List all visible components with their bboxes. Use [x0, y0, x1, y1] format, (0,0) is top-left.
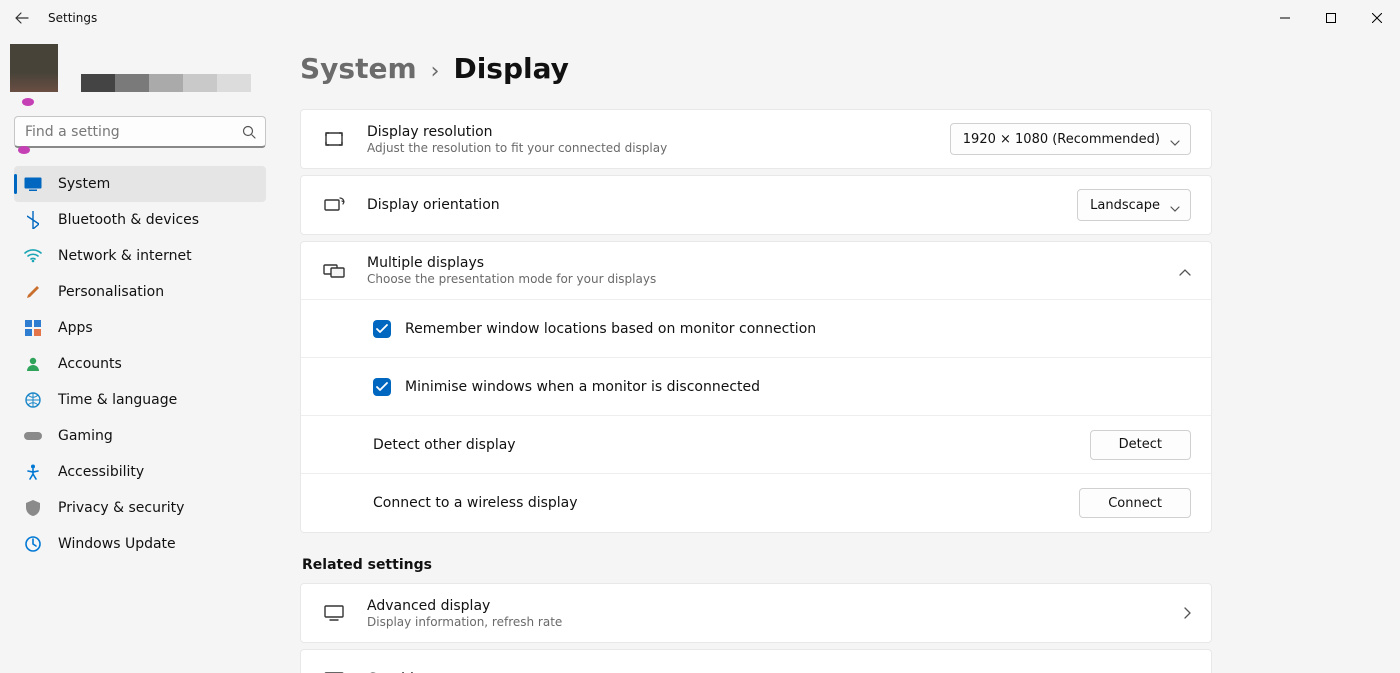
- setting-title: Display resolution: [367, 124, 950, 140]
- gaming-icon: [24, 427, 42, 445]
- graphics-icon: [321, 666, 347, 673]
- row-minimise-windows[interactable]: Minimise windows when a monitor is disco…: [301, 358, 1211, 416]
- accessibility-icon: [24, 463, 42, 481]
- resolution-dropdown[interactable]: 1920 × 1080 (Recommended): [950, 123, 1191, 155]
- card-multiple-displays: Multiple displays Choose the presentatio…: [300, 241, 1212, 533]
- app-title: Settings: [48, 11, 97, 25]
- sidebar-item-accessibility[interactable]: Accessibility: [14, 454, 266, 490]
- sidebar-item-time-language[interactable]: Time & language: [14, 382, 266, 418]
- shield-icon: [24, 499, 42, 517]
- card-display-orientation: Display orientation Landscape: [300, 175, 1212, 235]
- page-title: Display: [453, 52, 568, 85]
- window-maximize[interactable]: [1308, 0, 1354, 36]
- sidebar-item-gaming[interactable]: Gaming: [14, 418, 266, 454]
- search-icon: [242, 124, 256, 143]
- sidebar-item-network[interactable]: Network & internet: [14, 238, 266, 274]
- setting-subtitle: Choose the presentation mode for your di…: [367, 272, 1163, 286]
- sidebar-item-accounts[interactable]: Accounts: [14, 346, 266, 382]
- sidebar-item-bluetooth[interactable]: Bluetooth & devices: [14, 202, 266, 238]
- chevron-right-icon: [1183, 604, 1191, 623]
- monitor-icon: [321, 600, 347, 626]
- setting-title: Connect to a wireless display: [373, 495, 1079, 511]
- sidebar-item-label: Windows Update: [58, 536, 176, 552]
- sidebar-item-windows-update[interactable]: Windows Update: [14, 526, 266, 562]
- orientation-dropdown[interactable]: Landscape: [1077, 189, 1191, 221]
- system-icon: [24, 175, 42, 193]
- remember-checkbox[interactable]: [373, 320, 391, 338]
- related-settings-heading: Related settings: [302, 557, 1212, 573]
- close-icon: [1372, 13, 1382, 23]
- search-input[interactable]: [14, 116, 266, 148]
- chevron-up-icon: [1179, 261, 1191, 280]
- window-minimize[interactable]: [1262, 0, 1308, 36]
- bluetooth-icon: [24, 211, 42, 229]
- setting-title: Advanced display: [367, 598, 1167, 614]
- setting-subtitle: Display information, refresh rate: [367, 615, 1167, 629]
- content: System › Display Display resolution Adju…: [280, 36, 1400, 673]
- row-wireless-display: Connect to a wireless display Connect: [301, 474, 1211, 532]
- checkbox-label: Minimise windows when a monitor is disco…: [405, 379, 760, 395]
- sidebar-item-label: Accounts: [58, 356, 122, 372]
- window-close[interactable]: [1354, 0, 1400, 36]
- sidebar-item-label: Bluetooth & devices: [58, 212, 199, 228]
- card-graphics[interactable]: Graphics: [300, 649, 1212, 673]
- sidebar: System Bluetooth & devices Network & int…: [0, 36, 280, 673]
- checkbox-label: Remember window locations based on monit…: [405, 321, 816, 337]
- minimise-checkbox[interactable]: [373, 378, 391, 396]
- setting-subtitle: Adjust the resolution to fit your connec…: [367, 141, 950, 155]
- breadcrumb-parent[interactable]: System: [300, 52, 417, 85]
- sidebar-item-privacy[interactable]: Privacy & security: [14, 490, 266, 526]
- decoration-dot: [18, 146, 30, 154]
- sidebar-item-label: System: [58, 176, 110, 192]
- chevron-down-icon: [1170, 135, 1180, 150]
- connect-button[interactable]: Connect: [1079, 488, 1191, 518]
- breadcrumb: System › Display: [300, 36, 1360, 109]
- sidebar-item-label: Apps: [58, 320, 93, 336]
- setting-title: Detect other display: [373, 437, 1090, 453]
- chevron-right-icon: [1183, 670, 1191, 673]
- minimize-icon: [1280, 13, 1290, 23]
- orientation-icon: [321, 192, 347, 218]
- accounts-icon: [24, 355, 42, 373]
- multiple-displays-icon: [321, 258, 347, 284]
- check-icon: [376, 382, 388, 392]
- multiple-displays-header[interactable]: Multiple displays Choose the presentatio…: [301, 242, 1211, 300]
- sidebar-item-label: Accessibility: [58, 464, 144, 480]
- resolution-icon: [321, 126, 347, 152]
- sidebar-item-label: Time & language: [58, 392, 177, 408]
- back-arrow-icon: [14, 10, 30, 26]
- decoration-dot: [22, 98, 34, 106]
- paintbrush-icon: [24, 283, 42, 301]
- back-button[interactable]: [10, 6, 34, 30]
- row-remember-locations[interactable]: Remember window locations based on monit…: [301, 300, 1211, 358]
- sidebar-item-system[interactable]: System: [14, 166, 266, 202]
- setting-title: Multiple displays: [367, 255, 1163, 271]
- row-detect-display: Detect other display Detect: [301, 416, 1211, 474]
- check-icon: [376, 324, 388, 334]
- sidebar-item-apps[interactable]: Apps: [14, 310, 266, 346]
- sidebar-item-label: Network & internet: [58, 248, 192, 264]
- apps-icon: [24, 319, 42, 337]
- update-icon: [24, 535, 42, 553]
- dropdown-value: Landscape: [1090, 198, 1160, 213]
- wifi-icon: [24, 247, 42, 265]
- redacted-user-name: [81, 73, 251, 92]
- sidebar-item-label: Gaming: [58, 428, 113, 444]
- sidebar-item-personalisation[interactable]: Personalisation: [14, 274, 266, 310]
- chevron-right-icon: ›: [431, 59, 440, 84]
- card-display-resolution: Display resolution Adjust the resolution…: [300, 109, 1212, 169]
- card-advanced-display[interactable]: Advanced display Display information, re…: [300, 583, 1212, 643]
- maximize-icon: [1326, 13, 1336, 23]
- globe-icon: [24, 391, 42, 409]
- avatar: [10, 44, 58, 92]
- setting-title: Display orientation: [367, 197, 1077, 213]
- sidebar-item-label: Personalisation: [58, 284, 164, 300]
- detect-button[interactable]: Detect: [1090, 430, 1191, 460]
- sidebar-item-label: Privacy & security: [58, 500, 184, 516]
- dropdown-value: 1920 × 1080 (Recommended): [963, 132, 1160, 147]
- profile-header[interactable]: [10, 36, 266, 102]
- chevron-down-icon: [1170, 201, 1180, 216]
